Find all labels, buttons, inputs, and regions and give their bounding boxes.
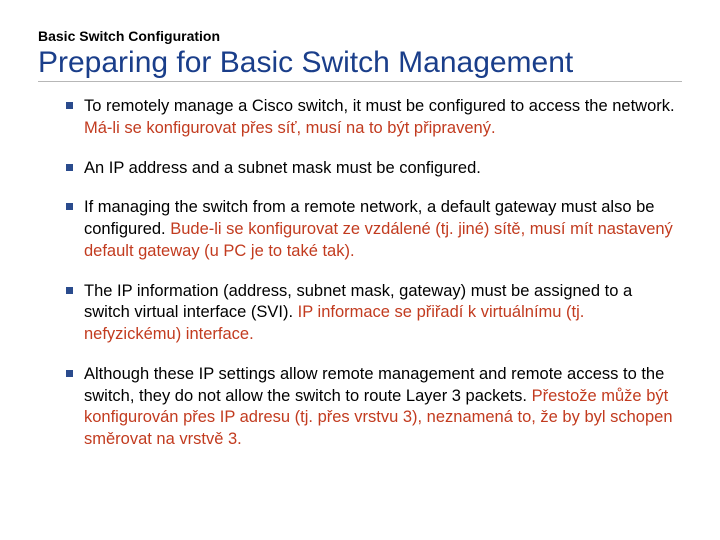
section-eyebrow: Basic Switch Configuration xyxy=(38,28,682,44)
bullet-text-cz: Bude-li se konfigurovat ze vzdálené (tj.… xyxy=(84,220,673,260)
bullet-text-cz: Má-li se konfigurovat přes síť, musí na … xyxy=(84,119,496,137)
page-title: Preparing for Basic Switch Management xyxy=(38,46,682,79)
list-item: An IP address and a subnet mask must be … xyxy=(66,158,682,180)
bullet-text-en: An IP address and a subnet mask must be … xyxy=(84,159,481,177)
bullet-text-en: To remotely manage a Cisco switch, it mu… xyxy=(84,97,675,115)
slide: Basic Switch Configuration Preparing for… xyxy=(0,0,720,540)
title-rule xyxy=(38,81,682,82)
list-item: To remotely manage a Cisco switch, it mu… xyxy=(66,96,682,140)
bullet-list: To remotely manage a Cisco switch, it mu… xyxy=(38,96,682,451)
list-item: The IP information (address, subnet mask… xyxy=(66,281,682,346)
list-item: If managing the switch from a remote net… xyxy=(66,197,682,262)
list-item: Although these IP settings allow remote … xyxy=(66,364,682,451)
